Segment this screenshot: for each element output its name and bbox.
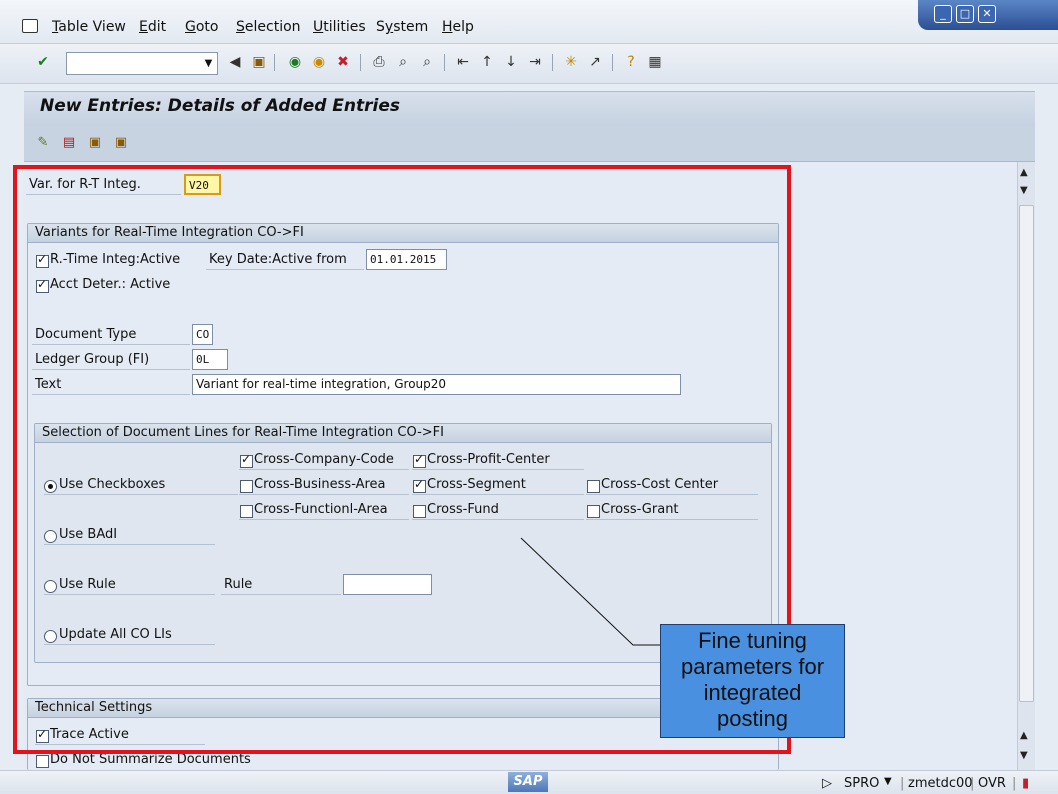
back-icon[interactable]: ◉	[286, 53, 304, 71]
shortcut-icon[interactable]: ↗	[586, 53, 604, 71]
toolbar-separator	[612, 54, 613, 71]
display-change-icon[interactable]: ✎	[34, 134, 52, 152]
status-separator: |	[900, 776, 905, 791]
menu-goto[interactable]: Goto	[185, 19, 218, 35]
next-entry-icon[interactable]: ▣	[112, 134, 130, 152]
first-page-icon[interactable]: ⇤	[454, 53, 472, 71]
menu-help[interactable]: Help	[442, 19, 474, 35]
menu-selection[interactable]: Selection	[236, 19, 301, 35]
help-icon[interactable]: ?	[622, 53, 640, 71]
command-field-dropdown-icon[interactable]: ▼	[200, 53, 217, 74]
toolbar-separator	[444, 54, 445, 71]
previous-page-icon[interactable]: ↑	[478, 53, 496, 71]
back-small-icon[interactable]: ◀	[226, 53, 244, 71]
status-dropdown-icon[interactable]: ▼	[884, 776, 892, 787]
status-separator: |	[970, 776, 975, 791]
status-expand-icon[interactable]: ▷	[822, 776, 832, 791]
toolbar-separator	[274, 54, 275, 71]
callout-line-1: Fine tuning	[698, 628, 807, 653]
enter-check-icon[interactable]: ✔	[34, 53, 52, 71]
scroll-page-up-icon[interactable]: ▼	[1020, 185, 1028, 196]
system-menu-icon[interactable]	[22, 19, 38, 33]
callout-line-2: parameters for	[680, 654, 825, 679]
layout-menu-icon[interactable]: ▦	[646, 53, 664, 71]
toolbar-separator	[360, 54, 361, 71]
application-toolbar	[24, 126, 1035, 162]
close-icon[interactable]: ✕	[978, 5, 996, 23]
page-title: New Entries: Details of Added Entries	[40, 96, 401, 116]
command-field[interactable]	[66, 52, 218, 75]
exit-icon[interactable]: ◉	[310, 53, 328, 71]
status-separator: |	[1012, 776, 1017, 791]
scroll-thumb[interactable]	[1019, 205, 1034, 702]
callout-line-4: posting	[717, 706, 788, 731]
status-lock-icon: ▮	[1022, 776, 1030, 791]
delete-icon[interactable]: ▤	[60, 134, 78, 152]
callout-pointer	[520, 537, 661, 646]
callout-line-3: integrated	[703, 680, 802, 705]
status-server: zmetdc00	[908, 776, 973, 791]
previous-entry-icon[interactable]: ▣	[86, 134, 104, 152]
find-next-icon[interactable]: ⌕	[418, 53, 436, 71]
menu-edit[interactable]: Edit	[139, 19, 166, 35]
cancel-icon[interactable]: ✖	[334, 53, 352, 71]
status-mode: OVR	[978, 776, 1006, 791]
window-controls: _ □ ✕	[918, 0, 1058, 30]
callout-box: Fine tuning parameters for integrated po…	[660, 624, 845, 738]
scroll-up-icon[interactable]: ▲	[1020, 167, 1028, 178]
menu-utilities[interactable]: Utilities	[313, 19, 366, 35]
create-session-icon[interactable]: ✳	[562, 53, 580, 71]
last-page-icon[interactable]: ⇥	[526, 53, 544, 71]
sap-logo: SAP	[508, 772, 548, 792]
print-icon[interactable]: ⎙	[370, 53, 388, 71]
next-page-icon[interactable]: ↓	[502, 53, 520, 71]
menu-table-view[interactable]: Table View	[52, 19, 126, 35]
scroll-down-icon[interactable]: ▼	[1020, 750, 1028, 761]
minimize-icon[interactable]: _	[934, 5, 952, 23]
find-icon[interactable]: ⌕	[394, 53, 412, 71]
save-icon[interactable]: ▣	[250, 53, 268, 71]
status-transaction: SPRO	[844, 776, 880, 791]
toolbar-separator	[552, 54, 553, 71]
scroll-page-down-icon[interactable]: ▲	[1020, 730, 1028, 741]
maximize-icon[interactable]: □	[956, 5, 974, 23]
menu-system[interactable]: System	[376, 19, 428, 35]
